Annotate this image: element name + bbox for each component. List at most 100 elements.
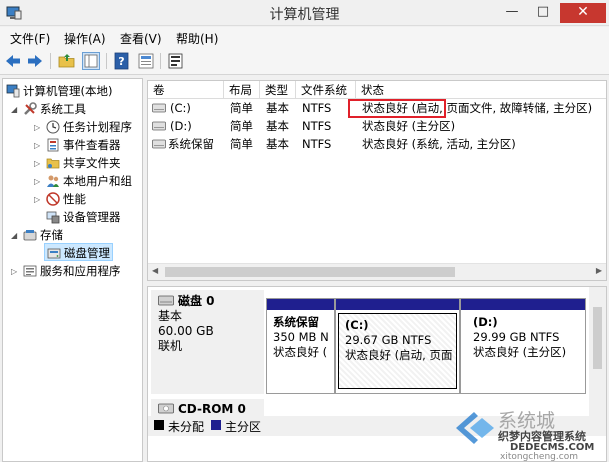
volume-list: 卷 布局 类型 文件系统 状态 (C:) 简单 基本 NTFS 状态良好 (启动…: [147, 80, 607, 281]
column-header-volume[interactable]: 卷: [148, 81, 224, 99]
expand-arrow-icon[interactable]: ▷: [34, 177, 40, 186]
cell-volume: (C:): [170, 101, 191, 115]
cell-layout: 简单: [230, 101, 253, 115]
partition-system-reserved[interactable]: 系统保留 350 MB N 状态良好 (: [266, 298, 335, 394]
expand-arrow-icon[interactable]: ▷: [34, 195, 40, 204]
menu-file[interactable]: 文件(F): [10, 30, 50, 47]
clock-icon: [46, 120, 60, 134]
scrollbar-thumb[interactable]: [165, 267, 455, 277]
export-icon[interactable]: [167, 52, 185, 70]
tree-item-performance[interactable]: 性能: [46, 190, 86, 208]
column-header-filesystem[interactable]: 文件系统: [296, 81, 356, 99]
partition-status: 状态良好 (主分区): [473, 345, 567, 359]
disk-type: 基本: [158, 309, 183, 323]
partition-size: 350 MB N: [273, 330, 329, 344]
expand-arrow-icon[interactable]: ▷: [34, 159, 40, 168]
expand-arrow-icon[interactable]: ▷: [11, 267, 17, 276]
properties-icon[interactable]: [137, 52, 155, 70]
event-viewer-icon: [47, 138, 59, 152]
services-icon: [23, 265, 37, 277]
cell-volume: (D:): [170, 119, 192, 133]
tools-icon: [24, 102, 37, 115]
tree-item-services-apps[interactable]: 服务和应用程序: [23, 262, 121, 280]
scroll-right-icon[interactable]: ▶: [596, 266, 602, 275]
cell-status: 状态良好 (系统, 活动, 主分区): [362, 137, 516, 151]
partition-d[interactable]: (D:) 29.99 GB NTFS 状态良好 (主分区): [460, 298, 586, 394]
tree-item-label: 服务和应用程序: [40, 264, 121, 278]
up-folder-icon[interactable]: [58, 52, 76, 70]
watermark: 系统城 织梦内容管理系统 DEDECMS.COM xitongcheng.com: [448, 404, 609, 462]
forward-arrow-icon[interactable]: [26, 52, 44, 70]
tree-item-storage[interactable]: 存储: [23, 226, 63, 244]
tree-item-event-viewer[interactable]: 事件查看器: [46, 136, 121, 154]
legend-swatch-unallocated: [154, 420, 164, 430]
partition-size: 29.67 GB NTFS: [345, 333, 432, 347]
partition-status: 状态良好 (启动, 页面: [345, 348, 453, 362]
toolbar-separator: [50, 53, 51, 69]
scrollbar-thumb[interactable]: [593, 307, 602, 369]
partition-name: (D:): [473, 315, 498, 329]
tree-item-label: 任务计划程序: [63, 120, 132, 134]
tree-item-system-tools[interactable]: 系统工具: [23, 100, 86, 118]
column-header-type[interactable]: 类型: [260, 81, 296, 99]
legend-label-unallocated: 未分配: [168, 420, 205, 434]
back-arrow-icon[interactable]: [4, 52, 22, 70]
cell-layout: 简单: [230, 119, 253, 133]
maximize-button[interactable]: □: [528, 3, 558, 23]
column-header-layout[interactable]: 布局: [224, 81, 260, 99]
tree-item-label: 计算机管理(本地): [23, 84, 113, 98]
svg-text:?: ?: [118, 55, 124, 68]
drive-icon: [152, 139, 166, 149]
watermark-logo-icon: [456, 412, 494, 444]
close-button[interactable]: ✕: [560, 3, 606, 23]
cell-type: 基本: [266, 137, 289, 151]
tree-item-label: 磁盘管理: [64, 246, 110, 260]
cell-volume: 系统保留: [168, 137, 214, 151]
disk-size: 60.00 GB: [158, 324, 214, 338]
help-icon[interactable]: ?: [113, 52, 131, 70]
show-hide-tree-icon[interactable]: [82, 52, 100, 70]
tree-item-label: 性能: [63, 192, 86, 206]
toolbar: ?: [0, 48, 609, 75]
partition-bar: [336, 299, 459, 311]
scroll-left-icon[interactable]: ◀: [152, 266, 158, 275]
tree-item-local-users[interactable]: 本地用户和组: [46, 172, 132, 190]
collapse-arrow-icon[interactable]: ◢: [11, 105, 17, 114]
expand-arrow-icon[interactable]: ▷: [34, 123, 40, 132]
tree-item-label: 共享文件夹: [63, 156, 121, 170]
partition-c[interactable]: (C:) 29.67 GB NTFS 状态良好 (启动, 页面: [335, 298, 460, 394]
navigation-tree: 计算机管理(本地) ◢ 系统工具 ▷ 任务计划程序 ▷ 事件查看器 ▷ 共享文件…: [2, 78, 143, 462]
tree-item-label: 系统工具: [40, 102, 86, 116]
expand-arrow-icon[interactable]: ▷: [34, 141, 40, 150]
disk-name: 磁盘 0: [178, 294, 215, 308]
collapse-arrow-icon[interactable]: ◢: [11, 231, 17, 240]
menu-view[interactable]: 查看(V): [120, 30, 162, 47]
users-icon: [47, 175, 59, 187]
partition-size: 29.99 GB NTFS: [473, 330, 560, 344]
shared-folder-icon: [46, 158, 60, 169]
partition-name: (C:): [345, 318, 369, 332]
disk-icon: [158, 295, 174, 306]
menu-bar: 文件(F) 操作(A) 查看(V) 帮助(H): [0, 27, 609, 48]
computer-management-icon: [6, 84, 20, 98]
cdrom-icon: [158, 403, 174, 414]
cell-type: 基本: [266, 101, 289, 115]
performance-icon: [46, 192, 60, 206]
tree-item-task-scheduler[interactable]: 任务计划程序: [46, 118, 132, 136]
tree-item-device-manager[interactable]: 设备管理器: [46, 208, 121, 226]
title-bar: 计算机管理 — □ ✕: [0, 0, 609, 26]
minimize-button[interactable]: —: [497, 3, 527, 23]
menu-action[interactable]: 操作(A): [64, 30, 106, 47]
drive-icon: [152, 103, 166, 113]
tree-item-root[interactable]: 计算机管理(本地): [6, 82, 112, 100]
status-highlight-box: [348, 99, 446, 118]
disk-0-info[interactable]: 磁盘 0 基本 60.00 GB 联机: [151, 290, 264, 394]
disk-management-icon: [47, 248, 61, 259]
tree-item-shared-folders[interactable]: 共享文件夹: [46, 154, 121, 172]
tree-item-disk-management[interactable]: 磁盘管理: [44, 243, 113, 261]
column-header-status[interactable]: 状态: [356, 81, 606, 99]
horizontal-scrollbar[interactable]: ◀ ▶: [148, 263, 606, 280]
menu-help[interactable]: 帮助(H): [176, 30, 218, 47]
legend-label-primary: 主分区: [225, 420, 262, 434]
partition-status: 状态良好 (: [273, 345, 328, 359]
